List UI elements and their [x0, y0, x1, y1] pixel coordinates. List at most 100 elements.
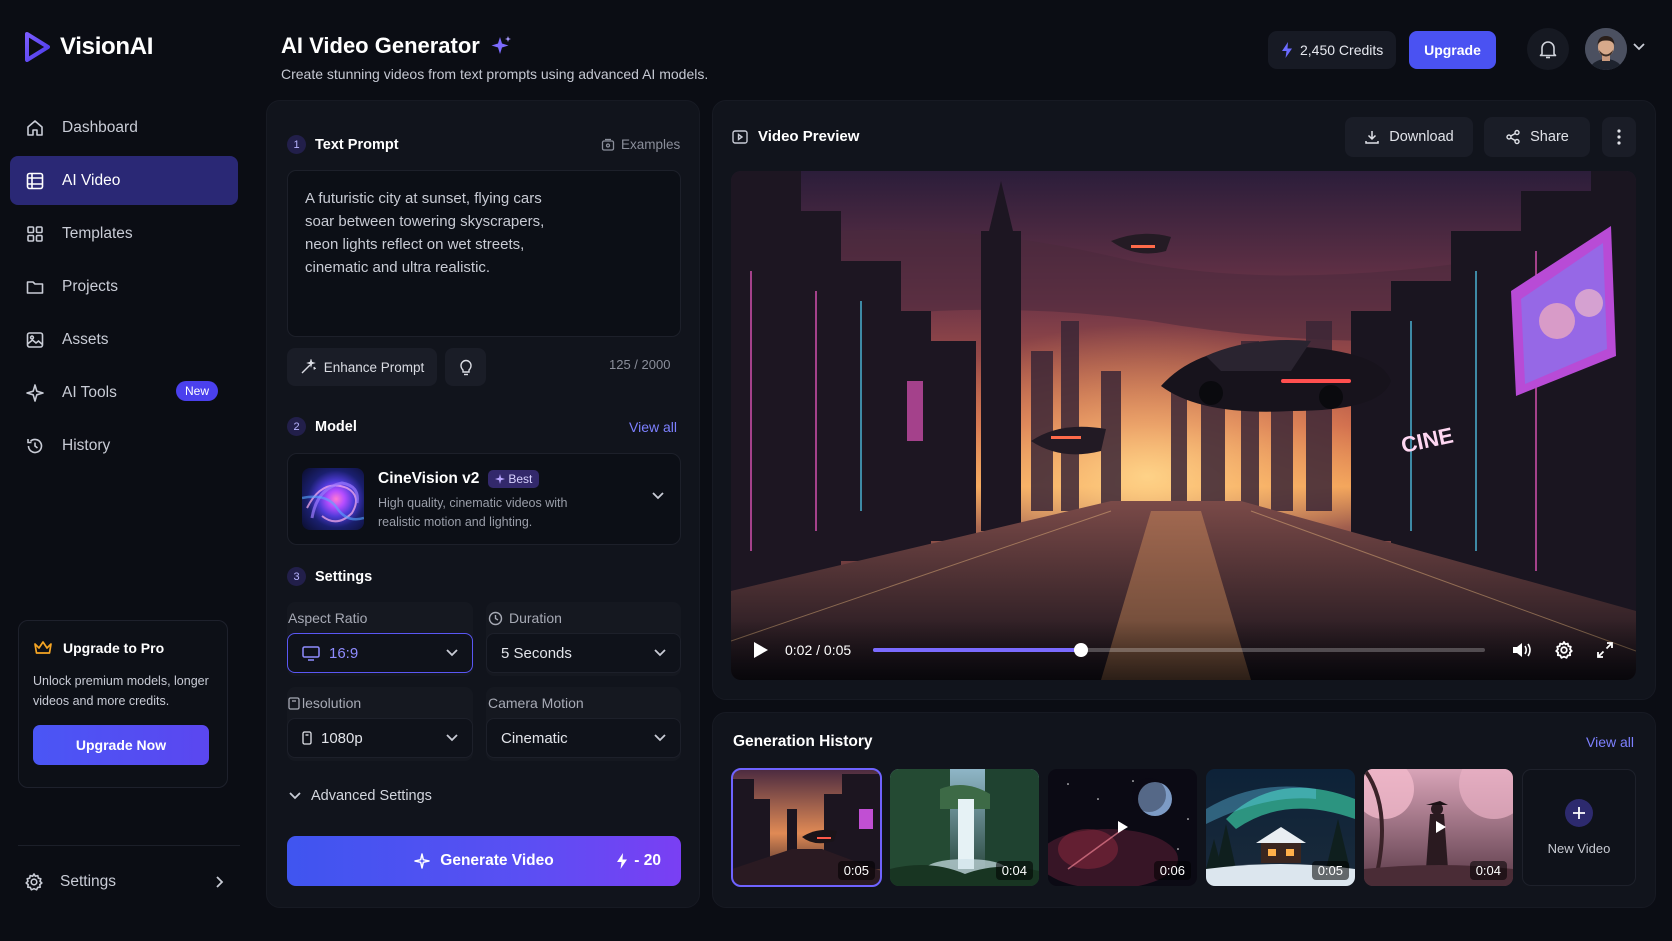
- text-prompt-heading: 1 Text Prompt: [287, 135, 399, 154]
- sidebar-item-dashboard[interactable]: Dashboard: [10, 103, 238, 152]
- prompt-text[interactable]: A futuristic city at sunset, flying cars…: [305, 187, 565, 279]
- sidebar-item-templates[interactable]: Templates: [10, 209, 238, 258]
- notifications-button[interactable]: [1527, 28, 1569, 70]
- sidebar-item-projects[interactable]: Projects: [10, 262, 238, 311]
- crown-icon: [34, 641, 52, 654]
- video-progress-bar[interactable]: [873, 643, 1486, 657]
- chevron-down-icon: [652, 492, 664, 500]
- sidebar-item-assets[interactable]: Assets: [10, 315, 238, 364]
- enhance-label: Enhance Prompt: [323, 359, 425, 375]
- new-video-button[interactable]: New Video: [1522, 769, 1636, 886]
- lightning-icon: [617, 853, 628, 869]
- sidebar-item-label: Assets: [62, 330, 109, 348]
- more-options-button[interactable]: [1602, 117, 1636, 157]
- settings-label: Settings: [60, 873, 117, 890]
- video-progress-handle[interactable]: [1074, 643, 1089, 657]
- video-controls: 0:02 / 0:05: [731, 620, 1636, 680]
- sparkle-icon: [491, 36, 511, 54]
- upgrade-now-button[interactable]: Upgrade Now: [33, 725, 209, 765]
- generate-cost: - 20: [616, 852, 661, 870]
- duration-badge: 0:05: [1311, 861, 1349, 880]
- lightning-icon: [1282, 42, 1292, 58]
- sidebar-item-label: Dashboard: [62, 118, 138, 136]
- idea-button[interactable]: [445, 348, 486, 386]
- model-name: CineVision v2 Best: [378, 470, 540, 488]
- prompt-textarea[interactable]: A futuristic city at sunset, flying cars…: [287, 170, 681, 337]
- sidebar-item-history[interactable]: History: [10, 421, 238, 470]
- duration-label: Duration: [488, 610, 562, 626]
- video-frame: CINE: [731, 171, 1636, 680]
- sidebar-item-label: AI Video: [62, 171, 121, 189]
- examples-link[interactable]: Examples: [601, 137, 680, 152]
- video-icon: [732, 129, 748, 144]
- model-heading: 2 Model: [287, 417, 357, 436]
- video-time: 0:02 / 0:05: [785, 642, 852, 658]
- credits-text: 2,450 Credits: [1300, 42, 1384, 58]
- video-preview-title: Video Preview: [758, 128, 860, 145]
- download-button[interactable]: Download: [1345, 117, 1473, 157]
- duration-badge: 0:04: [995, 861, 1033, 880]
- step-number: 3: [287, 567, 306, 586]
- resolution-label-text: lesolution: [302, 695, 362, 711]
- fullscreen-icon[interactable]: [1596, 641, 1614, 659]
- play-icon[interactable]: [753, 641, 769, 659]
- download-icon: [1365, 131, 1379, 144]
- resolution-select[interactable]: 1080p: [287, 718, 473, 758]
- more-vertical-icon: [1617, 129, 1621, 145]
- resolution-label: lesolution: [288, 695, 361, 711]
- character-counter: 125 / 2000: [609, 357, 671, 372]
- avatar[interactable]: [1585, 28, 1627, 70]
- upgrade-button[interactable]: Upgrade: [1409, 31, 1496, 69]
- share-button[interactable]: Share: [1484, 117, 1590, 157]
- star-icon: [495, 474, 506, 484]
- lightbulb-icon: [459, 359, 472, 376]
- credits-indicator[interactable]: 2,450 Credits: [1268, 31, 1397, 69]
- chevron-down-icon: [289, 792, 301, 800]
- sidebar-item-ai-video[interactable]: AI Video: [10, 156, 238, 205]
- model-description: High quality, cinematic videos with real…: [378, 496, 568, 529]
- video-player[interactable]: CINE 0:02 / 0:05: [731, 171, 1636, 680]
- sidebar-divider: [18, 845, 240, 846]
- advanced-settings-toggle[interactable]: Advanced Settings: [289, 788, 432, 804]
- best-badge: Best: [488, 470, 540, 488]
- history-thumbnail[interactable]: 0:04: [1364, 769, 1513, 886]
- volume-icon[interactable]: [1512, 641, 1532, 659]
- enhance-prompt-button[interactable]: Enhance Prompt: [287, 348, 437, 386]
- section-title: Model: [315, 418, 357, 435]
- page-title-text: AI Video Generator: [281, 33, 480, 58]
- home-icon: [24, 117, 46, 139]
- history-thumbnail[interactable]: 0:06: [1048, 769, 1197, 886]
- history-view-all-link[interactable]: View all: [1586, 734, 1634, 750]
- history-thumbnail[interactable]: 0:05: [731, 768, 882, 887]
- sidebar-nav: Dashboard AI Video Templates Projects As…: [10, 103, 238, 474]
- generate-cost-text: - 20: [634, 852, 661, 869]
- history-thumbnail[interactable]: 0:05: [1206, 769, 1355, 886]
- sidebar-item-settings[interactable]: Settings: [24, 872, 224, 892]
- page-subtitle: Create stunning videos from text prompts…: [281, 66, 709, 82]
- generate-video-button[interactable]: Generate Video - 20: [287, 836, 681, 886]
- model-selector[interactable]: CineVision v2 Best High quality, cinemat…: [287, 453, 681, 545]
- chevron-right-icon: [216, 876, 224, 888]
- duration-select[interactable]: 5 Seconds: [486, 633, 681, 673]
- resolution-value: 1080p: [321, 729, 363, 747]
- sidebar-item-ai-tools[interactable]: AI Tools New: [10, 368, 238, 417]
- app-logo[interactable]: VisionAI: [24, 32, 153, 62]
- app-name: VisionAI: [60, 33, 154, 60]
- share-label: Share: [1530, 129, 1569, 145]
- share-icon: [1506, 129, 1520, 145]
- sidebar-item-label: Projects: [62, 277, 118, 295]
- model-view-all-link[interactable]: View all: [629, 419, 677, 435]
- aspect-ratio-select[interactable]: 16:9: [287, 633, 473, 673]
- chevron-down-icon: [446, 649, 458, 657]
- camera-motion-value: Cinematic: [501, 729, 568, 747]
- aspect-ratio-label: Aspect Ratio: [288, 610, 368, 626]
- new-badge: New: [175, 381, 218, 401]
- best-badge-text: Best: [508, 472, 533, 486]
- video-preview-heading: Video Preview: [732, 128, 859, 145]
- history-thumbnail[interactable]: 0:04: [890, 769, 1039, 886]
- resolution-icon: [288, 696, 300, 710]
- chevron-down-icon[interactable]: [1633, 43, 1645, 51]
- gear-icon[interactable]: [1554, 640, 1574, 660]
- camera-motion-select[interactable]: Cinematic: [486, 718, 681, 758]
- step-number: 2: [287, 417, 306, 436]
